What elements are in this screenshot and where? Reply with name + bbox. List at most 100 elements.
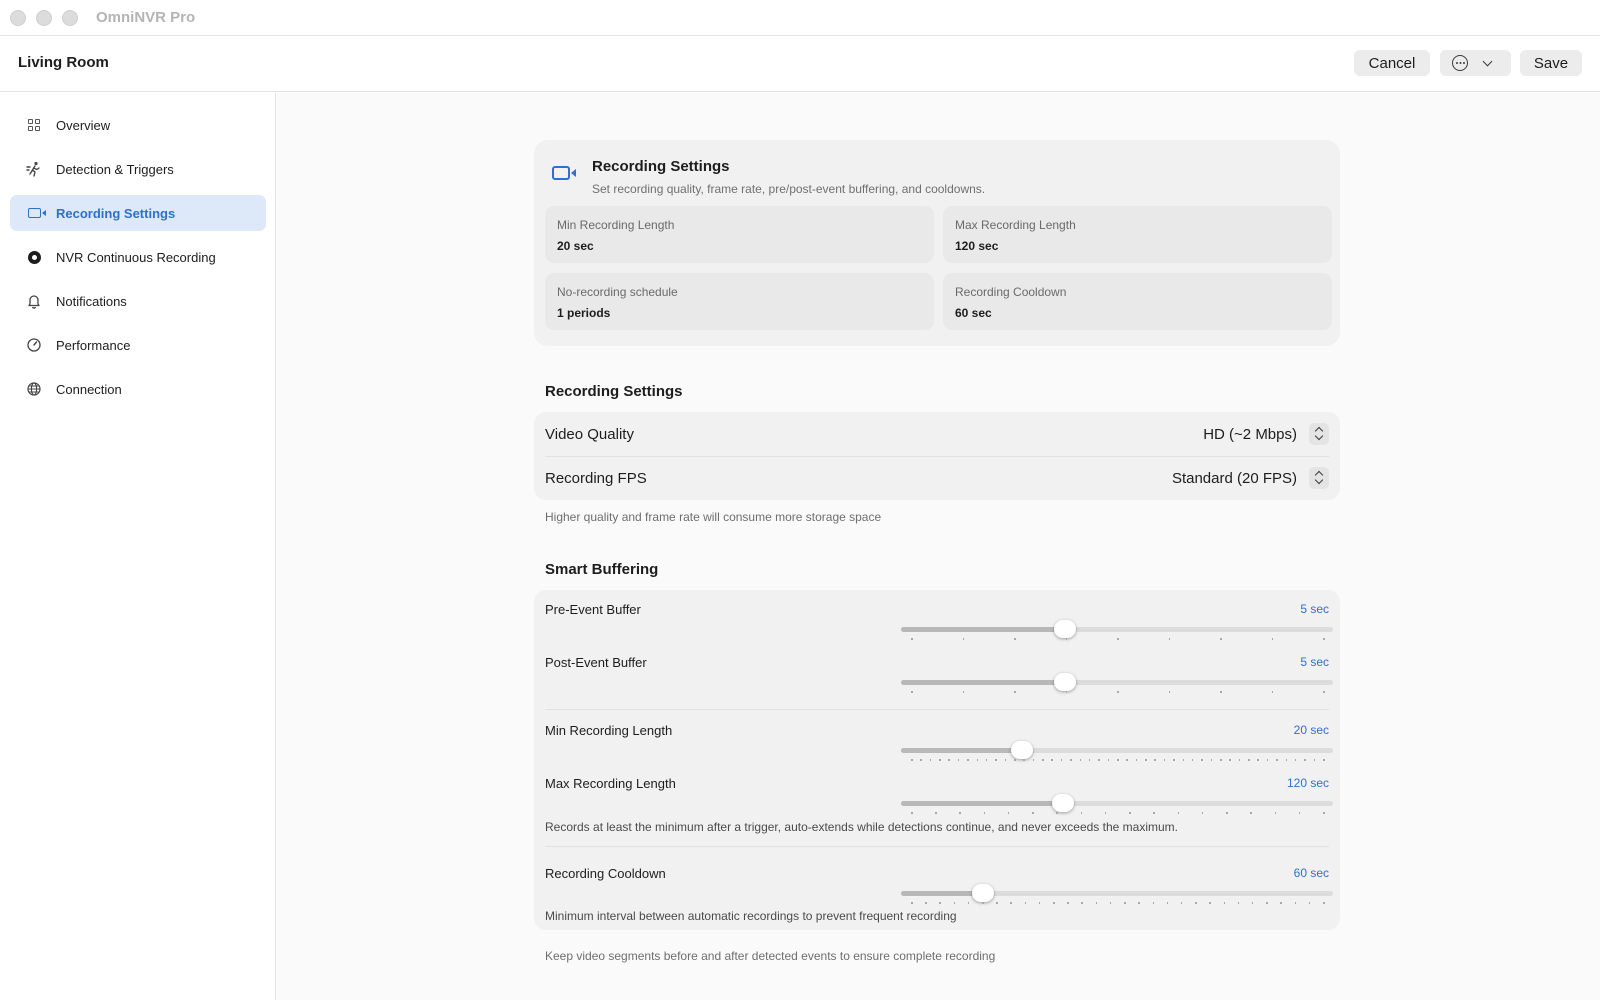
slider-tick	[1032, 812, 1034, 814]
stat-value: 120 sec	[955, 239, 999, 253]
slider-tick	[1168, 691, 1170, 693]
sidebar-item-performance[interactable]: Performance	[10, 327, 266, 363]
slider-tick	[1004, 759, 1007, 761]
slider-tick	[1104, 812, 1107, 814]
slider-tick	[1124, 902, 1126, 904]
row-divider	[545, 846, 1329, 847]
sidebar-item-notifications[interactable]: Notifications	[10, 283, 266, 319]
min-recording-length-slider[interactable]	[901, 741, 1333, 759]
row-divider	[545, 709, 1329, 710]
stat-value: 1 periods	[557, 306, 611, 320]
save-button[interactable]: Save	[1520, 50, 1582, 76]
slider-tick	[1220, 638, 1222, 640]
minimize-window-button[interactable]	[36, 10, 52, 26]
video-quality-row: Video Quality HD (~2 Mbps)	[545, 412, 1329, 456]
slider-fill	[901, 801, 1063, 806]
slider-tick	[1191, 759, 1194, 761]
slider-ticks	[901, 638, 1333, 640]
max-recording-length-label: Max Recording Length	[545, 776, 676, 791]
recording-footnote: Higher quality and frame rate will consu…	[545, 510, 882, 524]
recording-fps-value: Standard (20 FPS)	[1171, 469, 1297, 487]
slider-tick	[1251, 902, 1254, 904]
recording-cooldown-slider[interactable]	[901, 884, 1333, 902]
slider-fill	[901, 680, 1065, 685]
recording-fps-select[interactable]: Standard (20 FPS)	[1172, 467, 1329, 489]
more-options-button[interactable]	[1440, 50, 1511, 76]
slider-fill	[901, 891, 983, 896]
slider-tick	[1285, 759, 1288, 761]
slider-thumb[interactable]	[972, 884, 994, 902]
sidebar-item-detection[interactable]: Detection & Triggers	[10, 151, 266, 187]
slider-tick	[959, 812, 961, 814]
slider-thumb[interactable]	[1052, 794, 1074, 812]
summary-subtitle: Set recording quality, frame rate, pre/p…	[592, 182, 986, 196]
slider-tick	[939, 902, 941, 904]
slider-fill	[901, 627, 1065, 632]
stat-min-recording-length: Min Recording Length 20 sec	[545, 206, 934, 263]
sidebar-item-overview[interactable]: Overview	[10, 107, 266, 143]
sidebar-item-nvr-continuous[interactable]: NVR Continuous Recording	[10, 239, 266, 275]
length-help-text: Records at least the minimum after a tri…	[545, 820, 1178, 834]
slider-tick	[1220, 759, 1222, 761]
slider-tick	[1070, 759, 1072, 761]
slider-tick	[1195, 902, 1197, 904]
pre-event-buffer-label: Pre-Event Buffer	[545, 602, 641, 617]
stat-value: 20 sec	[557, 239, 594, 253]
slider-tick	[1229, 759, 1231, 761]
slider-tick	[1053, 902, 1055, 904]
post-event-buffer-slider[interactable]	[901, 673, 1333, 691]
slider-tick	[1210, 759, 1213, 761]
sidebar-item-recording-settings[interactable]: Recording Settings	[10, 195, 266, 231]
sidebar: Overview Detection & Triggers Recording …	[0, 93, 276, 1000]
slider-tick	[1067, 902, 1069, 904]
max-recording-length-slider[interactable]	[901, 794, 1333, 812]
slider-tick	[1032, 759, 1035, 761]
slider-tick	[983, 812, 986, 814]
stat-recording-cooldown: Recording Cooldown 60 sec	[943, 273, 1332, 330]
stat-label: Recording Cooldown	[955, 285, 1067, 299]
slider-tick	[1323, 759, 1325, 761]
slider-tick	[1107, 759, 1110, 761]
post-event-buffer-value: 5 sec	[1300, 655, 1329, 669]
slider-tick	[1014, 638, 1016, 640]
video-camera-icon	[552, 166, 576, 180]
slider-tick	[953, 902, 956, 904]
slider-tick	[1065, 691, 1067, 693]
video-camera-icon	[26, 205, 46, 221]
video-quality-select[interactable]: HD (~2 Mbps)	[1203, 423, 1329, 445]
slider-tick	[1024, 902, 1027, 904]
zoom-window-button[interactable]	[62, 10, 78, 26]
pre-event-buffer-slider[interactable]	[901, 620, 1333, 638]
chevron-down-icon	[1482, 56, 1493, 66]
post-event-buffer-row: Post-Event Buffer 5 sec	[545, 655, 1333, 705]
recording-cooldown-value: 60 sec	[1293, 866, 1329, 880]
close-window-button[interactable]	[10, 10, 26, 26]
sidebar-item-label: Notifications	[56, 293, 127, 309]
slider-tick	[1226, 812, 1228, 814]
slider-tick	[1065, 638, 1067, 640]
pre-event-buffer-value: 5 sec	[1300, 602, 1329, 616]
slider-thumb[interactable]	[1054, 620, 1076, 638]
slider-tick	[1294, 902, 1297, 904]
slider-tick	[935, 812, 937, 814]
slider-tick	[1168, 638, 1170, 640]
slider-tick	[1271, 638, 1273, 640]
globe-icon	[26, 381, 42, 397]
slider-tick	[1129, 812, 1131, 814]
cancel-button[interactable]: Cancel	[1354, 50, 1430, 76]
slider-tick	[1323, 902, 1325, 904]
gauge-icon	[26, 337, 42, 353]
sidebar-item-label: Recording Settings	[56, 205, 176, 221]
sidebar-item-connection[interactable]: Connection	[10, 371, 266, 407]
slider-tick	[1166, 902, 1169, 904]
slider-tick	[1323, 691, 1325, 693]
slider-thumb[interactable]	[1011, 741, 1033, 759]
max-recording-length-row: Max Recording Length 120 sec	[545, 776, 1333, 826]
main-content: Recording Settings Set recording quality…	[277, 93, 1600, 1000]
slider-thumb[interactable]	[1054, 673, 1076, 691]
slider-tick	[1080, 812, 1083, 814]
stat-label: Min Recording Length	[557, 218, 675, 232]
slider-tick	[1014, 691, 1016, 693]
slider-tick	[1237, 902, 1240, 904]
slider-tick	[1117, 638, 1119, 640]
